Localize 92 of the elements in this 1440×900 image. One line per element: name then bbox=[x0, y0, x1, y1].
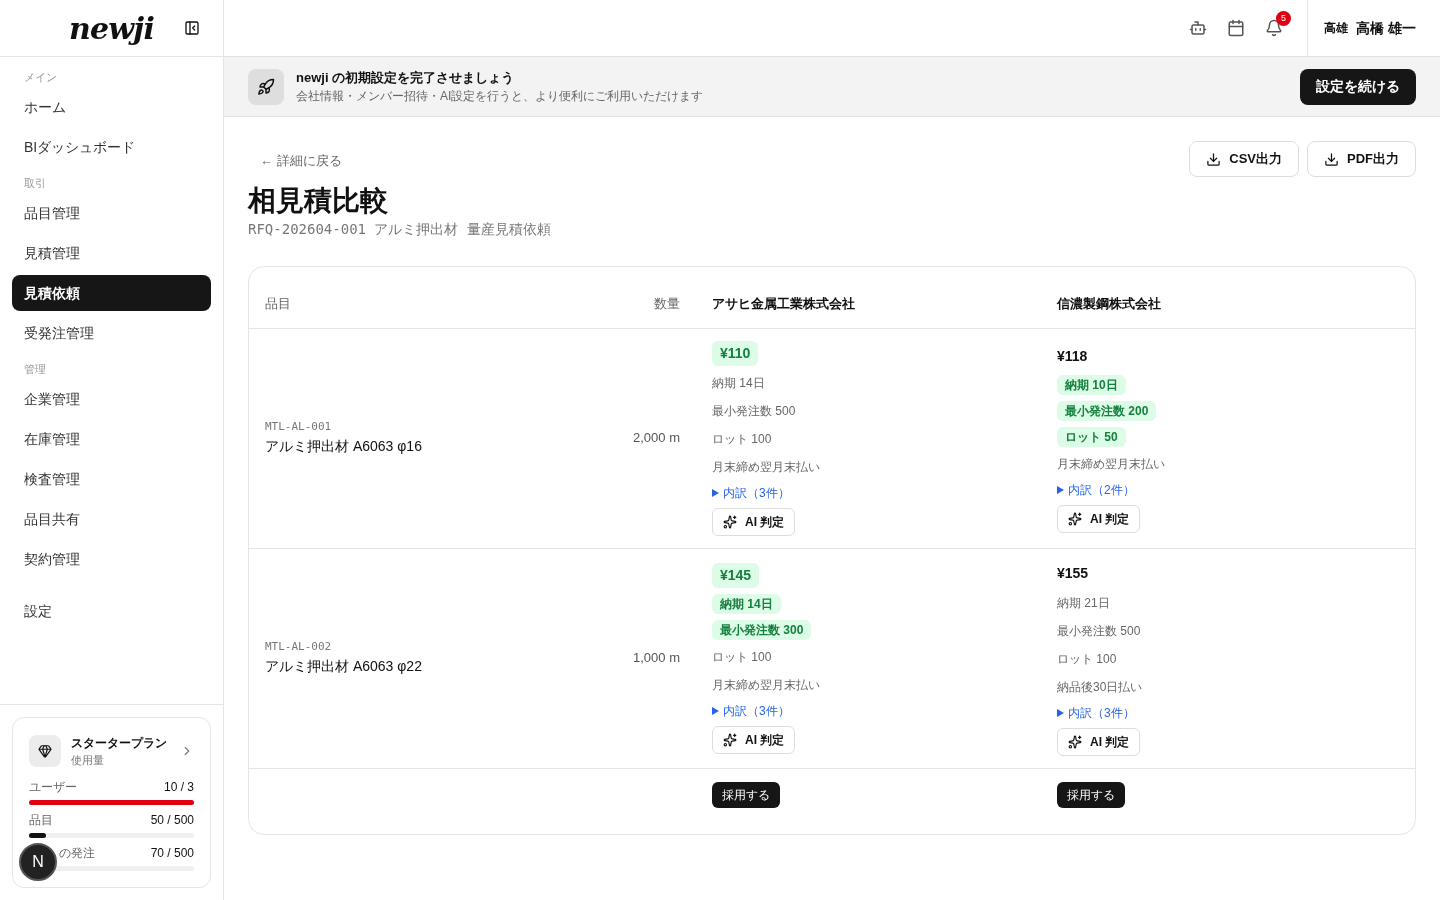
quote-term: ロット 100 bbox=[712, 648, 772, 666]
adopt-button[interactable]: 採用する bbox=[1057, 781, 1125, 808]
robot-icon[interactable] bbox=[1189, 19, 1208, 37]
breakdown-link[interactable]: 内訳（3件） bbox=[723, 701, 790, 720]
notification-icon[interactable] bbox=[1265, 19, 1284, 37]
quote-term: 月末締め翌月末払い bbox=[1057, 455, 1165, 473]
banner-subtitle: 会社情報・メンバー招待・AI設定を行うと、より便利にご利用いただけます bbox=[296, 88, 705, 106]
ai-judge-button[interactable]: AI 判定 bbox=[1057, 727, 1141, 756]
sidebar-item[interactable]: ホーム bbox=[12, 89, 211, 125]
quote-term: 最小発注数 500 bbox=[712, 402, 796, 420]
usage-label: ユーザー bbox=[29, 779, 77, 796]
quote-term: 納期 14日 bbox=[712, 374, 765, 392]
page-title: 相見積比較 bbox=[248, 183, 389, 218]
disclosure-triangle-icon bbox=[1057, 485, 1064, 494]
item-code: MTL-AL-002 bbox=[265, 639, 333, 656]
item-name: アルミ押出材 A6063 φ22 bbox=[265, 656, 423, 676]
notification-badge: 5 bbox=[1276, 11, 1292, 26]
disclosure-triangle-icon bbox=[712, 706, 719, 715]
column-header: アサヒ金属工業株式会社 bbox=[712, 295, 856, 313]
download-icon bbox=[1206, 151, 1222, 167]
price: ¥110 bbox=[712, 340, 759, 366]
quantity-cell-text: 1,000 m bbox=[632, 649, 681, 668]
quote-term: ロット 100 bbox=[712, 430, 772, 448]
quote-term: 最小発注数 500 bbox=[1057, 622, 1141, 640]
quantity-cell-text: 2,000 m bbox=[632, 429, 681, 448]
usage-label: 品目 bbox=[29, 812, 53, 829]
sidebar-item[interactable]: 在庫管理 bbox=[12, 421, 211, 457]
user-name: 高橋 雄一 bbox=[1356, 18, 1416, 38]
breakdown-link[interactable]: 内訳（2件） bbox=[1068, 480, 1135, 499]
breakdown-link[interactable]: 内訳（3件） bbox=[723, 483, 790, 502]
plan-subtitle: 使用量 bbox=[71, 752, 105, 768]
usage-value: 70 / 500 bbox=[150, 845, 194, 862]
quote-term: 納期 14日 bbox=[712, 593, 781, 614]
sidebar-item[interactable]: 検査管理 bbox=[12, 461, 211, 497]
price: ¥155 bbox=[1057, 563, 1089, 583]
usage-value: 10 / 3 bbox=[163, 779, 194, 796]
section-label: 取引 bbox=[23, 176, 47, 191]
price: ¥118 bbox=[1057, 346, 1088, 366]
quote-term: 納品後30日払い bbox=[1057, 678, 1143, 696]
disclosure-triangle-icon bbox=[712, 488, 719, 497]
banner-title: newji の初期設定を完了させましょう bbox=[296, 68, 516, 87]
section-label: メイン bbox=[23, 70, 58, 85]
floating-avatar[interactable]: N bbox=[19, 843, 57, 881]
plan-icon bbox=[29, 734, 61, 767]
calendar-icon[interactable] bbox=[1227, 19, 1246, 37]
usage-label: の発注 bbox=[59, 845, 95, 862]
page-subtitle: RFQ-202604-001 アルミ押出材 量産見積依頼 bbox=[248, 219, 551, 239]
section-label: 管理 bbox=[23, 362, 47, 377]
sidebar-item[interactable]: BIダッシュボード bbox=[12, 129, 211, 165]
sidebar-item[interactable]: 見積依頼 bbox=[12, 275, 211, 311]
sidebar-item[interactable]: 設定 bbox=[12, 593, 211, 629]
ai-judge-button[interactable]: AI 判定 bbox=[712, 725, 796, 754]
sidebar-item[interactable]: 受発注管理 bbox=[12, 315, 211, 351]
sparkles-icon bbox=[1068, 734, 1082, 749]
sidebar-item[interactable]: 品目共有 bbox=[12, 501, 211, 537]
quote-term: ロット 100 bbox=[1057, 650, 1117, 668]
quote-term: 納期 21日 bbox=[1057, 594, 1110, 612]
quote-term: 月末締め翌月末払い bbox=[712, 458, 820, 476]
collapse-sidebar-icon[interactable] bbox=[184, 20, 200, 36]
ai-judge-button[interactable]: AI 判定 bbox=[1057, 504, 1141, 533]
item-code: MTL-AL-001 bbox=[265, 419, 333, 436]
price: ¥145 bbox=[712, 562, 760, 588]
export-button[interactable]: CSV出力 bbox=[1189, 141, 1299, 177]
back-link[interactable]: ← 詳細に戻る bbox=[248, 151, 551, 171]
export-button[interactable]: PDF出力 bbox=[1307, 141, 1416, 177]
breakdown-link[interactable]: 内訳（3件） bbox=[1068, 703, 1135, 722]
user-avatar[interactable]: 高雄 bbox=[1324, 19, 1349, 37]
quote-term: 最小発注数 200 bbox=[1057, 400, 1157, 421]
adopt-button[interactable]: 採用する bbox=[712, 781, 780, 808]
continue-setup-button[interactable]: 設定を続ける bbox=[1300, 68, 1416, 105]
item-name: アルミ押出材 A6063 φ16 bbox=[265, 436, 423, 456]
quote-term: ロット 50 bbox=[1057, 426, 1126, 447]
download-icon bbox=[1324, 151, 1339, 167]
column-header: 品目 bbox=[264, 295, 292, 313]
sidebar-item[interactable]: 見積管理 bbox=[12, 235, 211, 271]
sidebar-item[interactable]: 企業管理 bbox=[12, 381, 211, 417]
quote-term: 納期 10日 bbox=[1057, 374, 1126, 395]
column-header: 数量 bbox=[653, 295, 681, 313]
sidebar-item[interactable]: 品目管理 bbox=[12, 195, 211, 231]
disclosure-triangle-icon bbox=[1057, 708, 1064, 717]
ai-judge-button[interactable]: AI 判定 bbox=[712, 507, 796, 536]
plan-name: スタータープラン bbox=[71, 734, 168, 752]
sidebar-item[interactable]: 契約管理 bbox=[12, 541, 211, 577]
sparkles-icon bbox=[1068, 511, 1082, 526]
rocket-icon bbox=[248, 68, 284, 105]
column-header: 信濃製鋼株式会社 bbox=[1057, 295, 1162, 313]
quote-term: 月末締め翌月末払い bbox=[712, 676, 820, 694]
quote-term: 最小発注数 300 bbox=[712, 619, 812, 640]
logo: newji bbox=[68, 9, 155, 48]
sparkles-icon bbox=[723, 514, 737, 529]
usage-value: 50 / 500 bbox=[150, 812, 194, 829]
sparkles-icon bbox=[723, 732, 737, 747]
